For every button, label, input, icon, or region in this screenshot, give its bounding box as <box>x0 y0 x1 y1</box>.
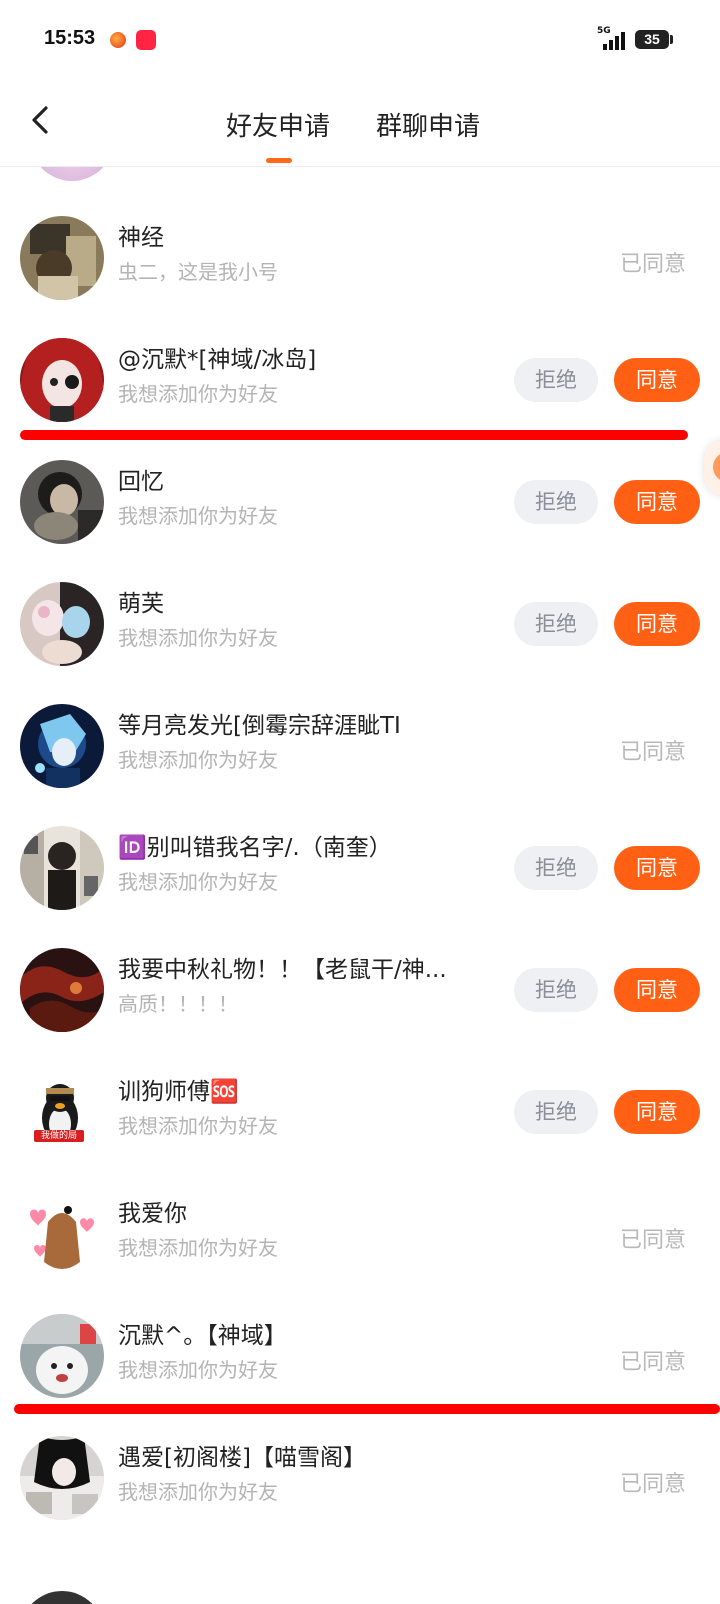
app-notification-icon <box>110 32 126 48</box>
requester-name: 回忆 <box>118 469 164 495</box>
avatar[interactable] <box>20 826 104 910</box>
request-message: 我想添加你为好友 <box>118 626 278 650</box>
avatar[interactable] <box>20 216 104 300</box>
list-item[interactable]: 我爱你 我想添加你为好友 已同意 <box>0 1192 720 1314</box>
list-item[interactable]: 遇爱[初阁楼]【喵雪阁】 我想添加你为好友 已同意 <box>0 1436 720 1558</box>
avatar-caption: 我做的局 <box>40 1131 77 1141</box>
status-time: 15:53 <box>44 27 96 49</box>
battery-icon: 35 <box>635 30 669 49</box>
reject-button[interactable]: 拒绝 <box>514 968 598 1012</box>
request-message: 虫二，这是我小号 <box>118 260 278 284</box>
requester-name: 沉默^。【神域】 <box>118 1323 287 1349</box>
list-item[interactable]: 我要中秋礼物！！【老鼠干/神... 高质！！！！ 拒绝 同意 <box>0 948 720 1070</box>
agree-button[interactable]: 同意 <box>614 846 700 890</box>
list-item[interactable]: 神经 虫二，这是我小号 已同意 <box>0 216 720 338</box>
red-annotation-line <box>20 430 688 440</box>
requester-name: 训狗师傅🆘 <box>118 1079 239 1105</box>
request-message: 我想添加你为好友 <box>118 870 278 894</box>
reject-button[interactable]: 拒绝 <box>514 480 598 524</box>
requester-name: 神经 <box>118 225 164 251</box>
list-item[interactable]: 我做的局 训狗师傅🆘 我想添加你为好友 拒绝 同意 <box>0 1070 720 1192</box>
battery-tip <box>670 35 673 44</box>
tab-friend-requests[interactable]: 好友申请 <box>226 106 330 143</box>
agreed-status: 已同意 <box>619 252 686 277</box>
avatar[interactable] <box>20 948 104 1032</box>
avatar <box>20 1591 104 1604</box>
agreed-status: 已同意 <box>619 1472 686 1497</box>
chevron-left-icon[interactable] <box>22 100 62 140</box>
agree-button[interactable]: 同意 <box>614 968 700 1012</box>
avatar[interactable] <box>20 704 104 788</box>
requester-name: 🆔别叫错我名字/.（南奎） <box>118 835 392 861</box>
request-message: 我想添加你为好友 <box>118 1358 278 1382</box>
requester-name: 我爱你 <box>118 1201 187 1227</box>
request-message: 我想添加你为好友 <box>118 1480 278 1504</box>
xiaohongshu-notification-icon <box>136 30 156 50</box>
request-message: 高质！！！！ <box>118 992 238 1016</box>
request-list[interactable]: 神经 虫二，这是我小号 已同意 @沉默*[神域/冰岛] 我想添加你为好友 拒绝 … <box>0 167 720 1604</box>
agreed-status: 已同意 <box>619 1228 686 1253</box>
reject-button[interactable]: 拒绝 <box>514 1090 598 1134</box>
active-tab-indicator <box>266 158 292 163</box>
requester-name: @沉默*[神域/冰岛] <box>118 347 317 373</box>
red-annotation-line <box>14 1404 720 1414</box>
agree-button[interactable]: 同意 <box>614 358 700 402</box>
request-message: 我想添加你为好友 <box>118 382 278 406</box>
request-message: 我想添加你为好友 <box>118 748 278 772</box>
avatar[interactable]: 我做的局 <box>20 1070 104 1154</box>
agree-button[interactable]: 同意 <box>614 1090 700 1134</box>
agreed-status: 已同意 <box>619 1350 686 1375</box>
tab-group-requests[interactable]: 群聊申请 <box>376 106 480 143</box>
agreed-status: 已同意 <box>619 740 686 765</box>
list-item[interactable]: 🆔别叫错我名字/.（南奎） 我想添加你为好友 拒绝 同意 <box>0 826 720 948</box>
signal-icon <box>599 32 627 50</box>
requester-name: 我要中秋礼物！！【老鼠干/神... <box>118 957 447 983</box>
requester-name: 萌芙 <box>118 591 164 617</box>
requester-name: 等月亮发光[倒霉宗辞涯眦TI <box>118 713 401 739</box>
agree-button[interactable]: 同意 <box>614 480 700 524</box>
avatar[interactable] <box>20 338 104 422</box>
request-message: 我想添加你为好友 <box>118 1114 278 1138</box>
header: 好友申请 群聊申请 <box>0 80 720 167</box>
avatar[interactable] <box>20 582 104 666</box>
reject-button[interactable]: 拒绝 <box>514 602 598 646</box>
avatar[interactable] <box>20 1436 104 1520</box>
status-bar: 15:53 5G 35 <box>0 0 720 80</box>
avatar <box>30 167 114 181</box>
avatar[interactable] <box>20 1314 104 1398</box>
agree-button[interactable]: 同意 <box>614 602 700 646</box>
request-message: 我想添加你为好友 <box>118 1236 278 1260</box>
reject-button[interactable]: 拒绝 <box>514 846 598 890</box>
avatar[interactable] <box>20 460 104 544</box>
list-item[interactable]: 沉默^。【神域】 我想添加你为好友 已同意 <box>0 1314 720 1436</box>
reject-button[interactable]: 拒绝 <box>514 358 598 402</box>
avatar[interactable] <box>20 1192 104 1276</box>
request-message: 我想添加你为好友 <box>118 504 278 528</box>
list-item[interactable]: 等月亮发光[倒霉宗辞涯眦TI 我想添加你为好友 已同意 <box>0 704 720 826</box>
list-item[interactable]: 萌芙 我想添加你为好友 拒绝 同意 <box>0 582 720 704</box>
requester-name: 遇爱[初阁楼]【喵雪阁】 <box>118 1445 366 1471</box>
list-item[interactable]: @沉默*[神域/冰岛] 我想添加你为好友 拒绝 同意 <box>0 338 720 460</box>
list-item[interactable]: 回忆 我想添加你为好友 拒绝 同意 <box>0 460 720 582</box>
